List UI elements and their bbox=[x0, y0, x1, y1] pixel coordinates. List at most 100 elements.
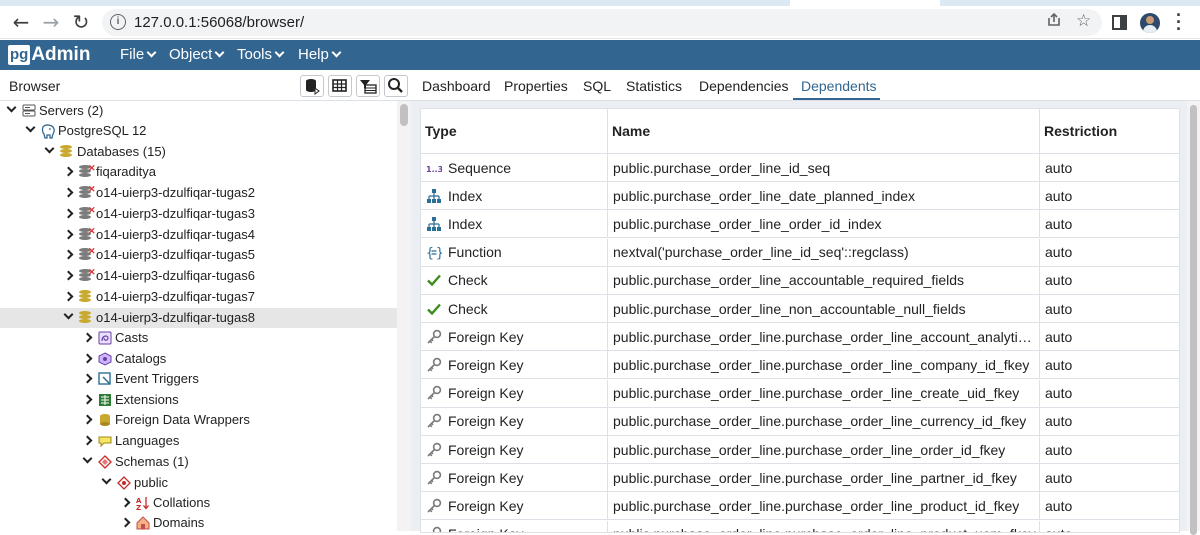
tab-sql[interactable]: SQL bbox=[583, 78, 611, 94]
column-header-name[interactable]: Name bbox=[608, 109, 1040, 153]
chevron-down-icon[interactable] bbox=[44, 143, 55, 154]
chevron-down-icon[interactable] bbox=[82, 453, 93, 464]
chevron-right-icon[interactable] bbox=[120, 517, 131, 528]
table-row[interactable]: {}Functionnextval('purchase_order_line_i… bbox=[421, 238, 1179, 267]
type-cell: Index bbox=[421, 182, 608, 210]
menu-file[interactable]: File bbox=[120, 46, 157, 63]
filter-table-icon bbox=[360, 80, 377, 94]
chevron-down-icon[interactable] bbox=[25, 122, 36, 133]
filter-rows-button[interactable] bbox=[356, 75, 380, 97]
search-objects-button[interactable] bbox=[384, 75, 408, 97]
tree-node[interactable]: ✕ o14-uierp3-dzulfiqar-tugas5 bbox=[0, 245, 397, 265]
chevron-right-icon[interactable] bbox=[120, 497, 131, 508]
chevron-right-icon[interactable] bbox=[63, 291, 74, 302]
chevron-right-icon[interactable] bbox=[82, 332, 93, 343]
tree-scrollbar[interactable] bbox=[397, 101, 411, 531]
tree-node[interactable]: Foreign Data Wrappers bbox=[0, 410, 397, 430]
tree-node[interactable]: Schemas (1) bbox=[0, 452, 397, 472]
tree-node[interactable]: ✕ o14-uierp3-dzulfiqar-tugas3 bbox=[0, 204, 397, 224]
chevron-right-icon[interactable] bbox=[63, 166, 74, 177]
chevron-down-icon[interactable] bbox=[6, 102, 17, 113]
schemas-icon bbox=[98, 455, 113, 469]
table-row[interactable]: Foreign Key public.purchase_order_line.pu… bbox=[421, 520, 1179, 532]
tree-scrollbar-thumb[interactable] bbox=[400, 104, 408, 126]
chevron-right-icon[interactable] bbox=[82, 414, 93, 425]
view-data-button[interactable] bbox=[328, 75, 352, 97]
query-tool-button[interactable] bbox=[300, 75, 324, 97]
column-header-restriction[interactable]: Restriction bbox=[1040, 109, 1179, 153]
table-row[interactable]: Foreign Key public.purchase_order_line.pu… bbox=[421, 464, 1179, 493]
table-row[interactable]: Foreign Key public.purchase_order_line.pu… bbox=[421, 407, 1179, 436]
restriction-label: auto bbox=[1045, 356, 1073, 373]
tree-node[interactable]: o14-uierp3-dzulfiqar-tugas8 bbox=[0, 308, 397, 328]
restriction-cell: auto bbox=[1040, 239, 1179, 266]
chevron-right-icon[interactable] bbox=[63, 187, 74, 198]
back-icon[interactable]: ← bbox=[8, 9, 34, 35]
menu-object[interactable]: Object bbox=[169, 46, 225, 63]
tree-node[interactable]: ✕ fiqaraditya bbox=[0, 162, 397, 182]
bookmark-star-icon[interactable]: ☆ bbox=[1076, 11, 1091, 31]
chevron-right-icon[interactable] bbox=[82, 373, 93, 384]
tree-node[interactable]: Extensions bbox=[0, 390, 397, 410]
languages-icon bbox=[98, 434, 113, 448]
tree-node[interactable]: o14-uierp3-dzulfiqar-tugas7 bbox=[0, 287, 397, 307]
chevron-right-icon[interactable] bbox=[63, 208, 74, 219]
menu-tools[interactable]: Tools bbox=[237, 46, 285, 63]
tree-node[interactable]: ✕ o14-uierp3-dzulfiqar-tugas6 bbox=[0, 266, 397, 286]
site-info-icon[interactable]: i bbox=[110, 14, 126, 30]
chevron-down-icon[interactable] bbox=[101, 474, 112, 485]
tree-node[interactable]: PostgreSQL 12 bbox=[0, 121, 397, 141]
chevron-right-icon[interactable] bbox=[82, 353, 93, 364]
tree-node[interactable]: A Z Collations bbox=[0, 493, 397, 513]
browser-menu-icon[interactable]: · · · bbox=[1174, 6, 1184, 38]
table-row[interactable]: 1..3 Sequence public.purchase_order_line_i… bbox=[421, 154, 1179, 182]
check-icon bbox=[426, 301, 442, 317]
forward-icon[interactable]: → bbox=[38, 9, 64, 35]
profile-avatar[interactable] bbox=[1140, 13, 1160, 33]
tree-node[interactable]: Domains bbox=[0, 513, 397, 533]
restriction-label: auto bbox=[1045, 187, 1073, 204]
dependents-scrollbar[interactable] bbox=[1187, 101, 1200, 535]
table-row[interactable]: Foreign Key public.purchase_order_line.pu… bbox=[421, 492, 1179, 521]
tab-dashboard[interactable]: Dashboard bbox=[422, 78, 491, 94]
tree-node[interactable]: Event Triggers bbox=[0, 369, 397, 389]
tree-node[interactable]: ✕ o14-uierp3-dzulfiqar-tugas2 bbox=[0, 183, 397, 203]
tree-node[interactable]: Casts bbox=[0, 328, 397, 348]
table-row[interactable]: Index public.purchase_order_line_date_pla… bbox=[421, 182, 1179, 211]
chevron-right-icon[interactable] bbox=[82, 435, 93, 446]
dependents-scrollbar-thumb[interactable] bbox=[1190, 105, 1197, 535]
reload-icon[interactable]: ↻ bbox=[68, 9, 94, 35]
chevron-right-icon[interactable] bbox=[63, 229, 74, 240]
table-row[interactable]: Index public.purchase_order_line_order_id… bbox=[421, 210, 1179, 239]
side-panel-icon[interactable] bbox=[1112, 15, 1127, 30]
chevron-right-icon[interactable] bbox=[63, 249, 74, 260]
share-icon[interactable] bbox=[1046, 12, 1062, 32]
table-row[interactable]: Foreign Key public.purchase_order_line.pu… bbox=[421, 436, 1179, 464]
table-row[interactable]: Foreign Key public.purchase_order_line.pu… bbox=[421, 379, 1179, 408]
table-row[interactable]: Foreign Key public.purchase_order_line.pu… bbox=[421, 351, 1179, 380]
chevron-down-icon[interactable] bbox=[63, 309, 74, 320]
table-row[interactable]: Check public.purchase_order_line_non_acco… bbox=[421, 295, 1179, 323]
table-row[interactable]: Foreign Key public.purchase_order_line.pu… bbox=[421, 323, 1179, 352]
chevron-right-icon[interactable] bbox=[82, 394, 93, 405]
tree-node[interactable]: Catalogs bbox=[0, 349, 397, 369]
table-row[interactable]: Check public.purchase_order_line_accounta… bbox=[421, 266, 1179, 295]
chevron-right-icon[interactable] bbox=[63, 270, 74, 281]
tab-dependents[interactable]: Dependents bbox=[801, 78, 877, 94]
chevron-down-icon bbox=[331, 47, 342, 58]
url-field[interactable]: i 127.0.0.1:56068/browser/ ☆ bbox=[102, 9, 1102, 36]
tab-properties[interactable]: Properties bbox=[504, 78, 568, 94]
name-label: public.purchase_order_line_order_id_inde… bbox=[613, 215, 882, 232]
database-disconnected-icon: ✕ bbox=[79, 227, 96, 242]
tree-node[interactable]: Servers (2) bbox=[0, 101, 397, 121]
tree-node[interactable]: Languages bbox=[0, 431, 397, 451]
tab-statistics[interactable]: Statistics bbox=[626, 78, 682, 94]
menu-help[interactable]: Help bbox=[298, 46, 342, 63]
tree-node[interactable]: public bbox=[0, 473, 397, 493]
tree-node[interactable]: ✕ o14-uierp3-dzulfiqar-tugas4 bbox=[0, 225, 397, 245]
tree-node[interactable]: Databases (15) bbox=[0, 142, 397, 162]
tab-dependencies[interactable]: Dependencies bbox=[699, 78, 789, 94]
name-cell: public.purchase_order_line.purchase_orde… bbox=[608, 520, 1040, 532]
tree-node-label: o14-uierp3-dzulfiqar-tugas3 bbox=[96, 206, 255, 221]
column-header-type[interactable]: Type bbox=[421, 109, 608, 153]
